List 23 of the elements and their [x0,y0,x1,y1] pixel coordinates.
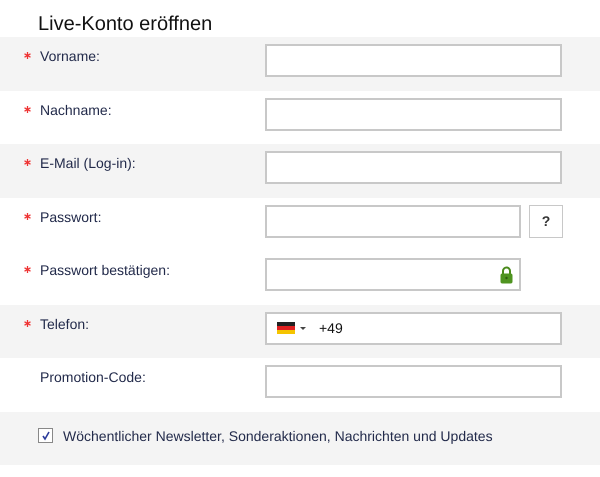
input-field[interactable] [265,365,562,398]
field-label: Telefon: [40,316,90,332]
input-field[interactable] [265,44,562,77]
field-label: Nachname: [40,102,112,118]
input-field[interactable] [265,98,562,130]
checkmark-icon [40,430,50,440]
form-title: Live-Konto eröffnen [37,12,214,37]
flag-dropdown-icon [277,322,307,334]
field-label: Passwort: [40,208,102,224]
field-label: E-Mail (Log-in): [40,155,136,171]
lock-icon [500,266,513,284]
field-label: Promotion-Code: [40,369,146,385]
input-field[interactable] [265,151,562,184]
checkbox[interactable] [38,428,53,443]
checkbox-label: Wöchentlicher Newsletter, Sonderaktionen, Nachrichten und Updates [63,428,493,444]
field-label: Vorname: [40,48,100,64]
help-button[interactable]: ? [529,204,563,238]
country-dropdown[interactable] [277,322,307,334]
phone-field[interactable]: +49 [265,312,562,344]
field-label: Passwort bestätigen: [40,262,170,278]
password-field[interactable] [265,204,521,238]
password-field[interactable] [265,258,521,291]
phone-value: +49 [319,320,343,336]
